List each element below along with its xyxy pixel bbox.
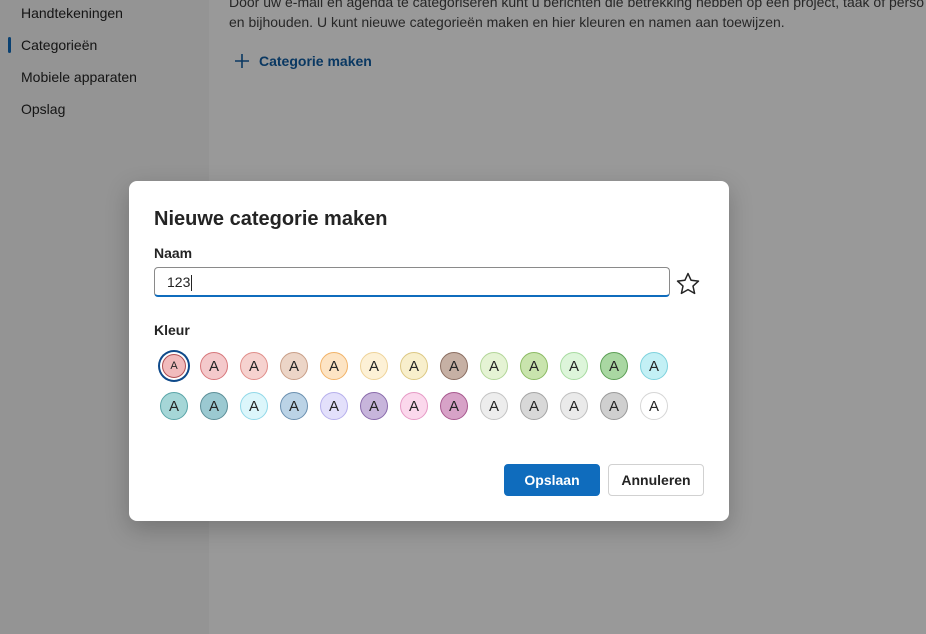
new-category-dialog: Nieuwe categorie maken Naam 123 Kleur AA… [129,181,729,521]
color-swatch[interactable]: A [640,392,668,420]
color-swatch[interactable]: A [520,352,548,380]
color-swatch[interactable]: A [280,352,308,380]
category-name-input[interactable]: 123 [154,267,670,297]
color-swatch[interactable]: A [480,352,508,380]
cancel-button[interactable]: Annuleren [608,464,704,496]
color-swatch[interactable]: A [280,392,308,420]
color-swatch[interactable]: A [320,392,348,420]
color-swatch[interactable]: A [360,352,388,380]
color-swatch[interactable]: A [360,392,388,420]
category-name-value: 123 [167,274,191,290]
color-swatch[interactable]: A [200,352,228,380]
color-swatch[interactable]: A [480,392,508,420]
save-button[interactable]: Opslaan [504,464,600,496]
name-label: Naam [154,245,193,261]
color-swatch[interactable]: A [560,352,588,380]
color-label: Kleur [154,322,190,338]
color-swatch[interactable]: A [560,392,588,420]
color-swatch[interactable]: A [520,392,548,420]
favorite-star-icon[interactable] [675,271,701,297]
color-swatch[interactable]: A [320,352,348,380]
color-swatch[interactable]: A [200,392,228,420]
color-swatch[interactable]: A [400,392,428,420]
color-swatch[interactable]: A [600,352,628,380]
text-caret [191,275,193,292]
color-swatch[interactable]: A [400,352,428,380]
color-swatch[interactable]: A [640,352,668,380]
color-swatch[interactable]: A [440,352,468,380]
color-swatch[interactable]: A [160,392,188,420]
color-swatch[interactable]: A [600,392,628,420]
color-swatch[interactable]: A [240,352,268,380]
dialog-title: Nieuwe categorie maken [154,208,388,230]
color-swatch[interactable]: A [162,354,186,378]
color-swatch[interactable]: A [240,392,268,420]
color-swatch[interactable]: A [440,392,468,420]
